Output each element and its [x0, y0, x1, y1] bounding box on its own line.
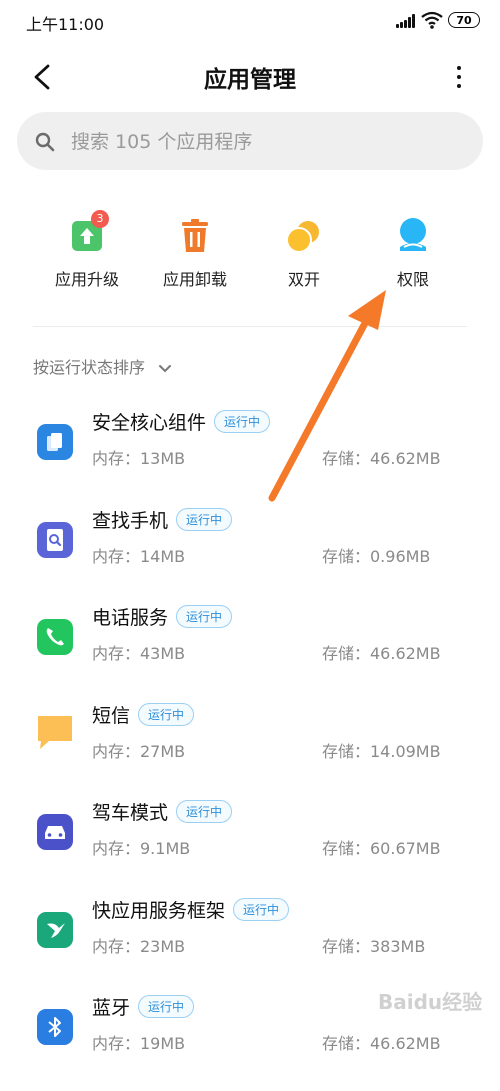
app-name: 短信: [92, 705, 131, 727]
app-row-security-core[interactable]: 安全核心组件 运行中 内存：13MB 存储：46.62MB: [0, 410, 500, 506]
signal-icon: [396, 14, 416, 28]
status-badge: 运行中: [176, 800, 233, 823]
search-bar[interactable]: [17, 112, 483, 170]
quick-action-label: 权限: [396, 270, 429, 289]
memory-usage: 内存：43MB: [92, 644, 186, 663]
memory-usage: 内存：13MB: [92, 449, 186, 468]
page-title: 应用管理: [204, 67, 296, 93]
app-row-car-mode[interactable]: 驾车模式 运行中 内存：9.1MB 存储：60.67MB: [0, 800, 500, 896]
app-name: 安全核心组件: [92, 412, 207, 434]
chevron-down-icon: [159, 364, 172, 372]
memory-usage: 内存：14MB: [92, 547, 186, 566]
sms-icon: [38, 716, 72, 749]
divider: [33, 326, 467, 327]
permission-icon: [400, 218, 426, 251]
app-row-quick-app-framework[interactable]: 快应用服务框架 运行中 内存：23MB 存储：383MB: [0, 898, 500, 994]
car-mode-icon: [37, 814, 73, 850]
quick-actions: 3 应用升级 应用卸载 双开 权限: [0, 210, 500, 304]
phone-icon: [37, 619, 73, 655]
status-badge: 运行中: [138, 703, 195, 726]
find-phone-icon: [37, 522, 73, 558]
storage-usage: 存储：46.62MB: [322, 1034, 441, 1053]
permissions-button[interactable]: 权限: [363, 214, 463, 290]
storage-usage: 存储：0.96MB: [322, 547, 431, 566]
quick-action-label: 双开: [287, 270, 320, 289]
memory-usage: 内存：23MB: [92, 937, 186, 956]
bluetooth-icon: [37, 1009, 73, 1045]
storage-usage: 存储：60.67MB: [322, 839, 441, 858]
wifi-icon: [421, 11, 443, 29]
app-row-sms[interactable]: 短信 运行中 内存：27MB 存储：14.09MB: [0, 703, 500, 799]
battery-indicator: 70: [448, 12, 480, 28]
storage-usage: 存储：46.62MB: [322, 644, 441, 663]
app-name: 查找手机: [92, 510, 169, 532]
memory-usage: 内存：9.1MB: [92, 839, 191, 858]
app-name: 电话服务: [92, 607, 169, 629]
memory-usage: 内存：19MB: [92, 1034, 186, 1053]
app-row-phone-service[interactable]: 电话服务 运行中 内存：43MB 存储：46.62MB: [0, 605, 500, 701]
app-upgrade-button[interactable]: 3 应用升级: [37, 210, 137, 290]
status-badge: 运行中: [138, 995, 195, 1018]
dual-apps-button[interactable]: 双开: [254, 214, 354, 290]
search-icon: [35, 132, 55, 152]
more-options-icon[interactable]: [450, 64, 468, 90]
trash-icon: [182, 219, 208, 252]
app-row-find-phone[interactable]: 查找手机 运行中 内存：14MB 存储：0.96MB: [0, 508, 500, 604]
dual-app-icon: [286, 221, 319, 253]
quick-action-label: 应用卸载: [162, 270, 227, 289]
status-bar: 上午11:00 70: [0, 0, 500, 44]
status-badge: 运行中: [176, 508, 233, 531]
storage-usage: 存储：383MB: [322, 937, 426, 956]
memory-usage: 内存：27MB: [92, 742, 186, 761]
storage-usage: 存储：46.62MB: [322, 449, 441, 468]
status-badge: 运行中: [214, 410, 271, 433]
sort-dropdown[interactable]: 按运行状态排序: [33, 354, 172, 378]
app-name: 蓝牙: [92, 997, 131, 1019]
app-name: 驾车模式: [92, 802, 169, 824]
app-name: 快应用服务框架: [92, 900, 226, 922]
quick-action-label: 应用升级: [54, 270, 119, 289]
status-time: 上午11:00: [26, 15, 105, 34]
sort-label: 按运行状态排序: [33, 358, 146, 377]
search-input[interactable]: [69, 126, 463, 158]
quick-app-icon: [37, 912, 73, 948]
status-badge: 运行中: [176, 605, 233, 628]
watermark: Baidu经验: [378, 990, 483, 1014]
app-uninstall-button[interactable]: 应用卸载: [145, 214, 245, 290]
status-badge: 运行中: [233, 898, 290, 921]
security-core-icon: [37, 424, 73, 460]
update-count-badge: 3: [91, 210, 109, 228]
header: 应用管理: [0, 52, 500, 102]
storage-usage: 存储：14.09MB: [322, 742, 441, 761]
